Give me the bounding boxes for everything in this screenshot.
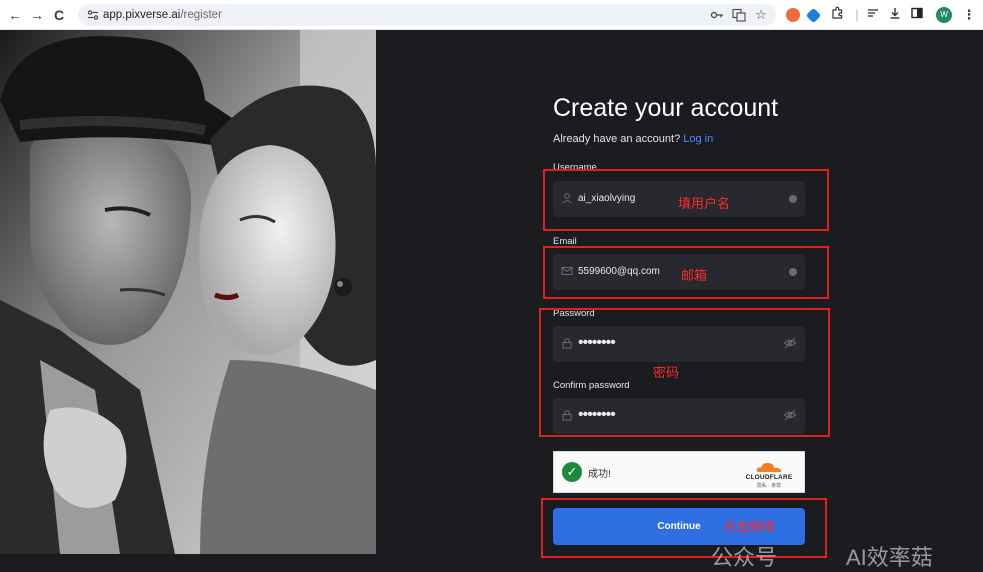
url-path: /register (180, 9, 222, 21)
login-prompt-text: Already have an account? (553, 133, 681, 145)
annotation-box-password (539, 308, 830, 437)
browser-toolbar: ← → C app.pixverse.ai/register ☆ | W ⋮ (0, 0, 983, 30)
annotation-box-continue (541, 498, 827, 558)
extension-blue-icon[interactable] (805, 7, 822, 24)
address-bar[interactable]: app.pixverse.ai/register ☆ (78, 4, 776, 26)
captcha-widget[interactable]: ✓ 成功! CLOUDFLARE 隐私 · 条款 (553, 451, 805, 493)
menu-kebab-icon[interactable]: ⋮ (960, 6, 978, 24)
page-title: Create your account (553, 94, 779, 122)
login-prompt: Already have an account? Log in (553, 133, 713, 145)
watermark-right: AI效率菇 (846, 545, 933, 570)
hero-photo (0, 30, 376, 554)
url-host: app.pixverse.ai (103, 9, 181, 21)
bookmark-star-icon[interactable]: ☆ (754, 8, 768, 22)
annotation-note-username: 填用户名 (678, 196, 731, 211)
annotation-note-password: 密码 (653, 365, 680, 380)
annotation-note-email: 邮箱 (681, 268, 708, 283)
check-icon: ✓ (562, 462, 582, 482)
extensions-puzzle-icon[interactable] (828, 6, 846, 24)
captcha-links[interactable]: 隐私 · 条款 (744, 482, 794, 489)
side-panel-icon[interactable] (908, 6, 926, 24)
extension-orange-icon[interactable] (786, 8, 800, 22)
cloud-icon (756, 462, 781, 472)
cloudflare-logo: CLOUDFLARE 隐私 · 条款 (744, 460, 794, 489)
url-text: app.pixverse.ai/register (103, 8, 222, 22)
site-info-icon[interactable] (86, 8, 100, 22)
back-icon[interactable]: ← (6, 6, 24, 24)
watermark-left: 公众号 (711, 545, 778, 570)
login-link[interactable]: Log in (683, 133, 713, 145)
forward-icon[interactable]: → (28, 6, 46, 24)
cloudflare-brand: CLOUDFLARE (745, 474, 793, 481)
annotation-note-continue: 点击继续 (723, 519, 776, 534)
reload-icon[interactable]: C (50, 6, 68, 24)
reading-list-icon[interactable] (864, 6, 882, 24)
couple-photo-illustration (0, 30, 376, 554)
captcha-status: 成功! (588, 469, 611, 480)
translate-icon[interactable] (732, 8, 746, 22)
profile-avatar[interactable]: W (936, 7, 952, 23)
download-icon[interactable] (886, 6, 904, 24)
register-panel: Create your account Already have an acco… (376, 30, 983, 570)
password-key-icon[interactable] (710, 8, 724, 22)
